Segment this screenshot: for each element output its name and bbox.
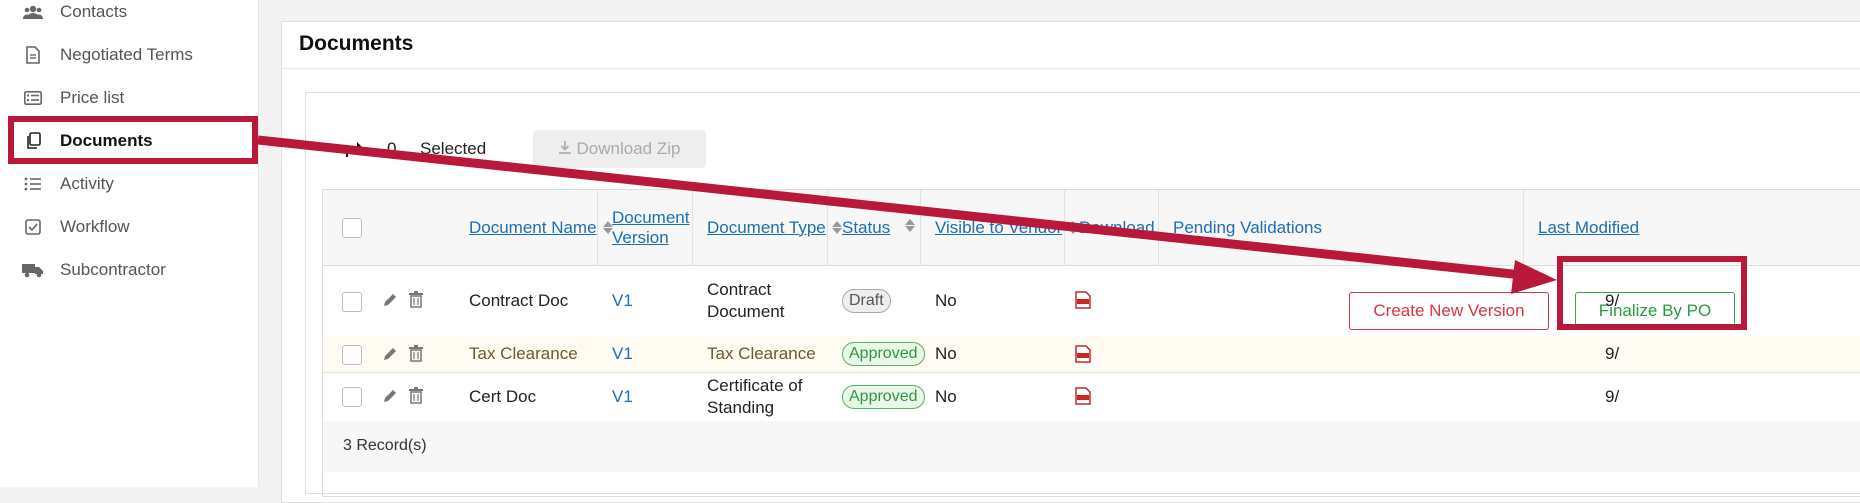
annotation-highlight-box: [1557, 256, 1747, 330]
annotation-arrow: [257, 135, 1557, 294]
